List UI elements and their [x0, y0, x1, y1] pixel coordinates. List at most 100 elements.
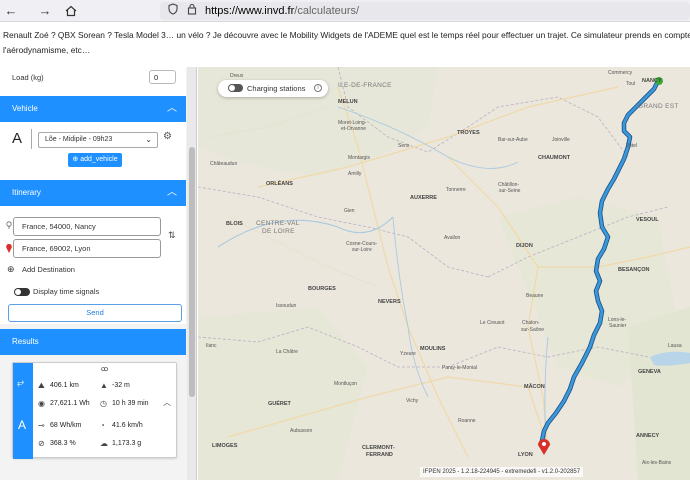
- chevron-down-icon: ⌄: [145, 135, 152, 144]
- destination-input[interactable]: France, 69002, Lyon: [13, 239, 161, 258]
- town-label: Tonnerre: [446, 187, 466, 193]
- region-label: CENTRE-VAL: [256, 220, 300, 227]
- town-label: ANNECY: [636, 433, 660, 439]
- town-label: Issoudun: [276, 303, 297, 309]
- town-label: GENEVA: [638, 369, 661, 375]
- map-view[interactable]: ILE-DE-FRANCE GRAND EST CENTRE-VAL DE LO…: [198, 67, 690, 480]
- map-base: [198, 67, 690, 480]
- town-label: MOULINS: [420, 346, 446, 352]
- chevron-up-icon[interactable]: ︿: [167, 96, 177, 122]
- gear-icon[interactable]: ⚙: [163, 131, 172, 143]
- town-label: Avallon: [444, 235, 461, 241]
- result-card: ⥂ A ꝏ ⛰ 406.1 km ▲ -32 m ◉ 27,621.1 Wh ◷…: [12, 362, 177, 459]
- browser-toolbar: ← → https://www.invd.fr/calculateurs/: [0, 0, 690, 22]
- origin-pin-icon: [6, 221, 12, 232]
- home-icon[interactable]: [62, 2, 80, 20]
- town-label: La Châtre: [276, 349, 298, 355]
- forward-arrow-icon[interactable]: →: [36, 2, 54, 20]
- town-label: BLOIS: [226, 221, 243, 227]
- town-label: sur-Seine: [499, 188, 521, 194]
- co2-value: 1,173.3 g: [112, 440, 142, 447]
- clock-icon: ◷: [100, 399, 107, 408]
- vehicle-header[interactable]: Vehicle ︿: [0, 96, 186, 122]
- town-label: Saunier: [609, 323, 627, 329]
- panel-scrollbar-thumb[interactable]: [189, 147, 195, 397]
- town-label: Ilanc: [206, 343, 217, 349]
- town-label: Lausa: [668, 343, 682, 349]
- itinerary-header-label: Itinerary: [12, 188, 41, 197]
- town-label: TROYES: [457, 130, 480, 136]
- town-label: Commercy: [608, 70, 633, 76]
- town-label: Chalon-: [522, 320, 540, 326]
- town-label: NANCY: [642, 78, 662, 84]
- town-label: ORLÉANS: [266, 181, 293, 187]
- info-icon[interactable]: i: [314, 84, 322, 92]
- url-bar[interactable]: https://www.invd.fr/calculateurs/: [160, 2, 690, 20]
- plus-circle-icon[interactable]: ⊕: [7, 264, 15, 274]
- town-label: et-Orvanne: [341, 126, 367, 132]
- vehicle-select[interactable]: Lõe - Midipile - 09h23 ⌄: [38, 132, 158, 148]
- percent-value: 368.3 %: [50, 440, 76, 447]
- time-signals-toggle[interactable]: [14, 288, 30, 296]
- add-vehicle-button[interactable]: ⊕ add_vehicle: [68, 153, 122, 167]
- town-label: GUÉRET: [268, 401, 291, 407]
- itinerary-header[interactable]: Itinerary ︿: [0, 180, 186, 206]
- load-section: Load (kg) 0: [0, 67, 186, 96]
- consumption-icon: ⊸: [38, 421, 45, 430]
- intro-line-2: l'aérodynamisme, etc…: [3, 45, 91, 55]
- charging-stations-control[interactable]: Charging stations i: [218, 80, 328, 97]
- add-vehicle-label: add_vehicle: [80, 156, 118, 163]
- chevron-up-icon[interactable]: ︿: [167, 180, 177, 206]
- town-label: MELUN: [338, 99, 358, 105]
- region-label: DE LOIRE: [262, 228, 295, 235]
- origin-input[interactable]: France, 54000, Nancy: [13, 217, 161, 236]
- chevron-up-icon[interactable]: ︿: [163, 398, 171, 408]
- add-destination-link[interactable]: Add Destination: [22, 265, 75, 275]
- url-text[interactable]: https://www.invd.fr/calculateurs/: [205, 4, 359, 18]
- town-label: DIJON: [516, 243, 533, 249]
- town-label: Amilly: [348, 171, 362, 177]
- elevation-value: -32 m: [112, 382, 130, 389]
- duration-value: 10 h 39 min: [112, 400, 149, 407]
- town-label: Montluçon: [334, 381, 358, 387]
- town-label: Toul: [626, 81, 636, 87]
- plus-circle-icon: ⊕: [72, 156, 79, 163]
- town-label: Yzeure: [400, 351, 416, 357]
- load-label: Load (kg): [12, 73, 44, 82]
- lock-icon[interactable]: [187, 3, 197, 20]
- swap-icon[interactable]: ⇅: [168, 230, 176, 240]
- town-label: sur-Saône: [521, 327, 545, 333]
- route-icon: ⥂: [17, 377, 25, 387]
- back-arrow-icon[interactable]: ←: [2, 2, 20, 20]
- town-label: Gien: [344, 208, 355, 214]
- shield-icon[interactable]: [168, 3, 178, 20]
- town-label: Vichy: [406, 398, 419, 404]
- speed-value: 41.6 km/h: [112, 422, 143, 429]
- town-label: MÂCON: [524, 384, 545, 390]
- town-label: Le Creusot: [480, 320, 505, 326]
- town-label: BESANÇON: [618, 267, 650, 273]
- town-label: Beaune: [526, 293, 544, 299]
- town-label: LYON: [518, 452, 533, 458]
- energy-value: 27,621.1 Wh: [50, 400, 90, 407]
- send-button[interactable]: Send: [8, 304, 182, 322]
- charging-stations-toggle[interactable]: [228, 84, 243, 92]
- results-header[interactable]: Results: [0, 329, 186, 355]
- town-label: AUXERRE: [410, 195, 437, 201]
- town-label: Dreux: [230, 73, 244, 79]
- load-input[interactable]: 0: [149, 70, 176, 84]
- elevation-icon: ▲: [100, 381, 108, 390]
- consumption-value: 68 Wh/km: [50, 422, 82, 429]
- time-signals-label: Display time signals: [33, 287, 100, 296]
- panel-scrollbar[interactable]: [187, 67, 196, 480]
- destination-pin-icon: [6, 243, 12, 256]
- co2-icon: ☁: [100, 439, 108, 448]
- town-label: VESOUL: [636, 217, 659, 223]
- town-label: Montargis: [348, 155, 370, 161]
- region-label: ILE-DE-FRANCE: [338, 82, 392, 89]
- town-label: BOURGES: [308, 286, 336, 292]
- road-icon: ⛰: [38, 381, 45, 390]
- town-label: CLERMONT-: [362, 445, 395, 451]
- charging-stations-label: Charging stations: [247, 84, 306, 93]
- town-label: Châteaudun: [210, 161, 238, 167]
